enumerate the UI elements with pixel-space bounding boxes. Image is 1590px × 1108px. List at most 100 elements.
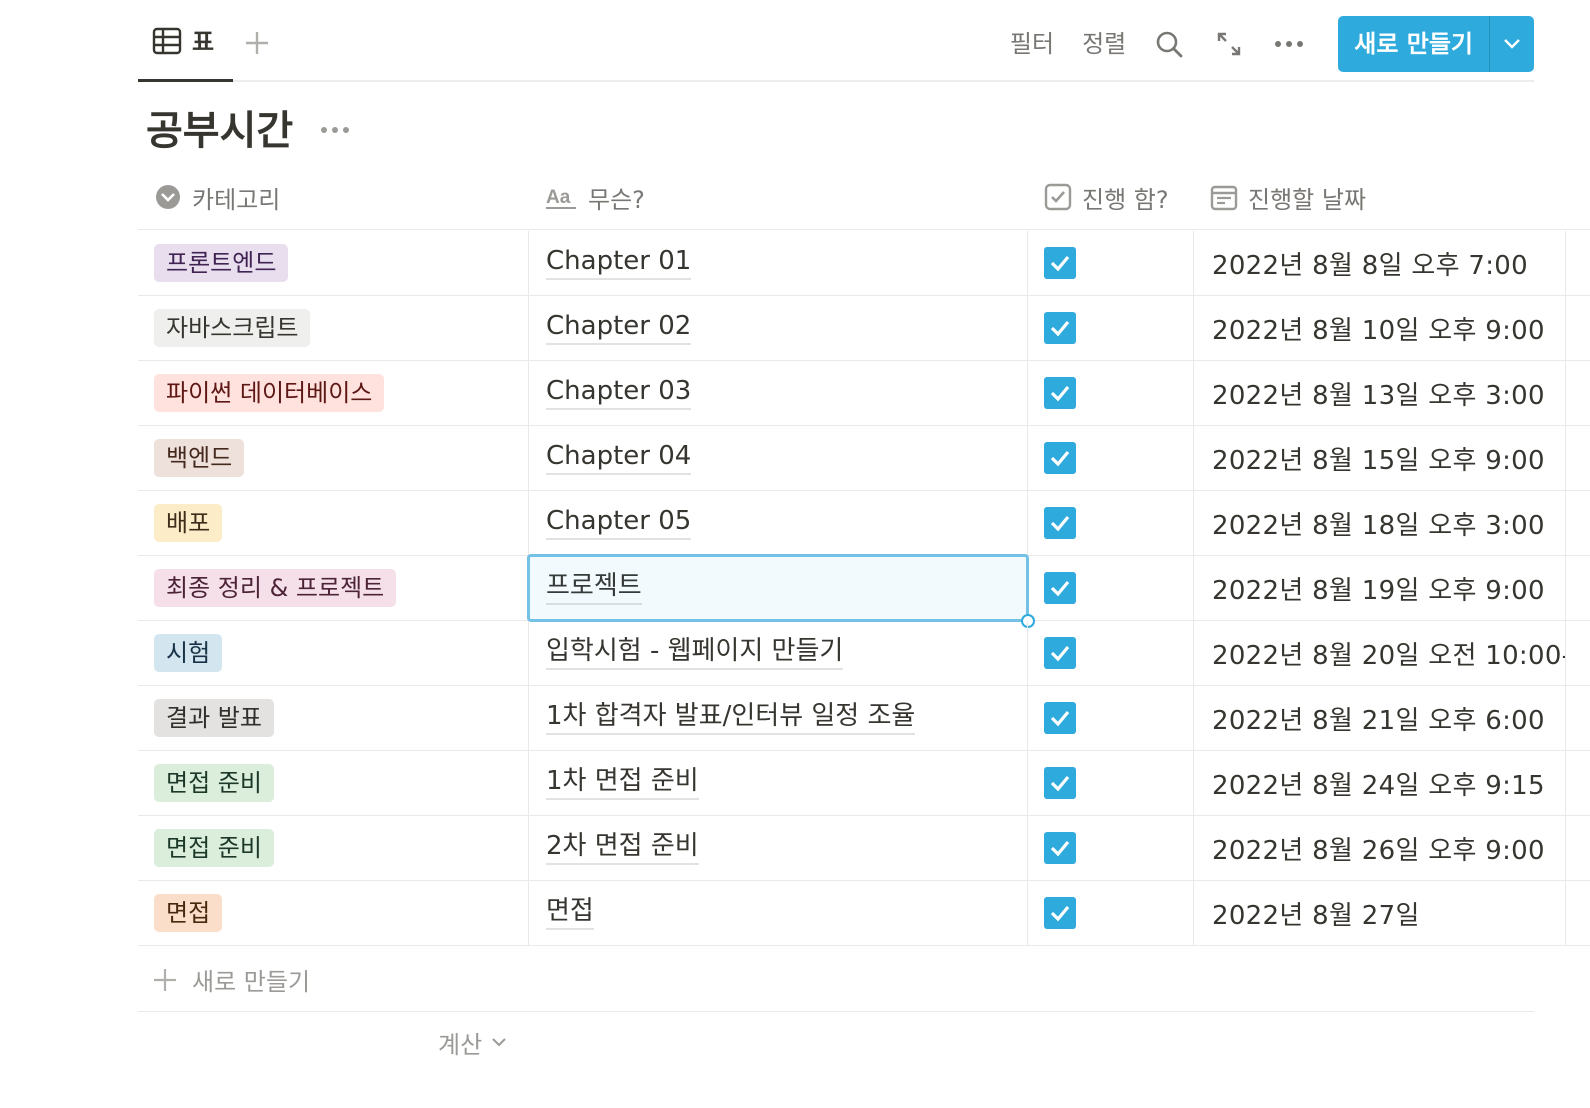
title-cell[interactable]: 면접 <box>529 881 1028 945</box>
title-cell[interactable]: 프로젝트 <box>529 556 1028 620</box>
row-title[interactable]: Chapter 04 <box>546 441 692 475</box>
done-checkbox[interactable] <box>1044 507 1076 539</box>
title-cell[interactable]: Chapter 05 <box>529 491 1028 555</box>
row-title[interactable]: 1차 면접 준비 <box>546 766 699 800</box>
title-cell[interactable]: Chapter 02 <box>529 296 1028 360</box>
table-row[interactable]: 면접 준비 1차 면접 준비 2022년 8월 24일 오후 9:15 <box>138 751 1590 816</box>
category-cell[interactable]: 최종 정리 & 프로젝트 <box>138 556 529 620</box>
row-title[interactable]: Chapter 02 <box>546 311 692 345</box>
category-cell[interactable]: 면접 준비 <box>138 816 529 880</box>
title-cell[interactable]: 입학시험 - 웹페이지 만들기 <box>529 621 1028 685</box>
done-checkbox[interactable] <box>1044 767 1076 799</box>
done-checkbox[interactable] <box>1044 312 1076 344</box>
done-checkbox[interactable] <box>1044 377 1076 409</box>
row-title[interactable]: 면접 <box>546 896 594 930</box>
category-cell[interactable]: 배포 <box>138 491 529 555</box>
done-cell <box>1028 296 1194 360</box>
row-date: 2022년 8월 8일 오후 7:00 <box>1212 250 1528 281</box>
date-cell[interactable]: 2022년 8월 26일 오후 9:00 <box>1194 816 1566 880</box>
category-cell[interactable]: 시험 <box>138 621 529 685</box>
date-cell[interactable]: 2022년 8월 27일 <box>1194 881 1566 945</box>
new-button[interactable]: 새로 만들기 <box>1338 16 1490 72</box>
row-title[interactable]: 입학시험 - 웹페이지 만들기 <box>546 636 844 670</box>
done-checkbox[interactable] <box>1044 832 1076 864</box>
done-cell <box>1028 361 1194 425</box>
filter-button[interactable]: 필터 <box>1010 16 1054 72</box>
row-title[interactable]: Chapter 01 <box>546 246 692 280</box>
table-row[interactable]: 백엔드 Chapter 04 2022년 8월 15일 오후 9:00 <box>138 426 1590 491</box>
date-cell[interactable]: 2022년 8월 24일 오후 9:15 <box>1194 751 1566 815</box>
done-checkbox[interactable] <box>1044 637 1076 669</box>
date-cell[interactable]: 2022년 8월 20일 오전 10:00- <box>1194 621 1566 685</box>
search-icon[interactable] <box>1154 29 1184 59</box>
title-cell[interactable]: Chapter 03 <box>529 361 1028 425</box>
category-cell[interactable]: 프론트엔드 <box>138 231 529 295</box>
new-button-dropdown[interactable] <box>1490 16 1534 72</box>
category-cell[interactable]: 백엔드 <box>138 426 529 490</box>
row-title[interactable]: 1차 합격자 발표/인터뷰 일정 조율 <box>546 701 916 735</box>
title-more-icon[interactable] <box>318 118 352 142</box>
date-cell[interactable]: 2022년 8월 13일 오후 3:00 <box>1194 361 1566 425</box>
table-row[interactable]: 최종 정리 & 프로젝트 프로젝트 2022년 8월 19일 오후 9:00 <box>138 554 1590 628</box>
table-row[interactable]: 면접 면접 2022년 8월 27일 <box>138 881 1590 946</box>
title-cell[interactable]: Chapter 01 <box>529 231 1028 295</box>
date-cell[interactable]: 2022년 8월 19일 오후 9:00 <box>1194 556 1566 620</box>
checkmark-icon <box>1050 320 1070 337</box>
done-cell <box>1028 231 1194 295</box>
category-cell[interactable]: 면접 준비 <box>138 751 529 815</box>
date-cell[interactable]: 2022년 8월 10일 오후 9:00 <box>1194 296 1566 360</box>
sort-button[interactable]: 정렬 <box>1082 16 1126 72</box>
add-new-row[interactable]: 새로 만들기 <box>138 948 1534 1012</box>
done-checkbox[interactable] <box>1044 897 1076 929</box>
svg-text:Aa: Aa <box>546 187 571 208</box>
table-body: 프론트엔드 Chapter 01 2022년 8월 8일 오후 7:00 자바스크립트… <box>138 231 1590 946</box>
title-cell[interactable]: Chapter 04 <box>529 426 1028 490</box>
done-checkbox[interactable] <box>1044 702 1076 734</box>
date-cell[interactable]: 2022년 8월 21일 오후 6:00 <box>1194 686 1566 750</box>
row-date: 2022년 8월 20일 오전 10:00- <box>1212 640 1566 671</box>
title-cell[interactable]: 1차 면접 준비 <box>529 751 1028 815</box>
table-row[interactable]: 결과 발표 1차 합격자 발표/인터뷰 일정 조율 2022년 8월 21일 오후 … <box>138 686 1590 751</box>
view-tab-label: 표 <box>192 28 215 56</box>
done-cell <box>1028 556 1194 620</box>
date-cell[interactable]: 2022년 8월 18일 오후 3:00 <box>1194 491 1566 555</box>
category-cell[interactable]: 면접 <box>138 881 529 945</box>
table-row[interactable]: 파이썬 데이터베이스 Chapter 03 2022년 8월 13일 오후 3:00 <box>138 361 1590 426</box>
category-cell[interactable]: 결과 발표 <box>138 686 529 750</box>
done-checkbox[interactable] <box>1044 247 1076 279</box>
row-title[interactable]: 프로젝트 <box>546 571 642 605</box>
table-row[interactable]: 프론트엔드 Chapter 01 2022년 8월 8일 오후 7:00 <box>138 231 1590 296</box>
row-title[interactable]: Chapter 03 <box>546 376 692 410</box>
column-header-title[interactable]: Aa 무슨? <box>546 164 645 230</box>
done-checkbox[interactable] <box>1044 572 1076 604</box>
database-title[interactable]: 공부시간 <box>146 104 293 158</box>
chevron-down-icon <box>492 1038 506 1047</box>
checkmark-icon <box>1050 255 1070 272</box>
add-view-plus-icon[interactable] <box>242 28 272 58</box>
row-title[interactable]: 2차 면접 준비 <box>546 831 699 865</box>
table-row[interactable]: 배포 Chapter 05 2022년 8월 18일 오후 3:00 <box>138 491 1590 556</box>
add-new-row-label: 새로 만들기 <box>192 968 311 996</box>
expand-icon[interactable] <box>1214 29 1244 59</box>
date-cell[interactable]: 2022년 8월 8일 오후 7:00 <box>1194 231 1566 295</box>
category-cell[interactable]: 파이썬 데이터베이스 <box>138 361 529 425</box>
column-header-done[interactable]: 진행 함? <box>1044 164 1169 230</box>
category-tag: 프론트엔드 <box>154 244 289 282</box>
calculate-button[interactable]: 계산 <box>438 1022 508 1062</box>
table-row[interactable]: 자바스크립트 Chapter 02 2022년 8월 10일 오후 9:00 <box>138 296 1590 361</box>
table-row[interactable]: 시험 입학시험 - 웹페이지 만들기 2022년 8월 20일 오전 10:00- <box>138 621 1590 686</box>
column-header-date[interactable]: 진행할 날짜 <box>1210 164 1366 230</box>
checkmark-icon <box>1050 580 1070 597</box>
done-checkbox[interactable] <box>1044 442 1076 474</box>
column-header-category[interactable]: 카테고리 <box>154 164 280 230</box>
row-title[interactable]: Chapter 05 <box>546 506 692 540</box>
date-cell[interactable]: 2022년 8월 15일 오후 9:00 <box>1194 426 1566 490</box>
row-date: 2022년 8월 13일 오후 3:00 <box>1212 380 1545 411</box>
title-cell[interactable]: 1차 합격자 발표/인터뷰 일정 조율 <box>529 686 1028 750</box>
more-options-icon[interactable] <box>1274 29 1304 59</box>
title-cell[interactable]: 2차 면접 준비 <box>529 816 1028 880</box>
done-cell <box>1028 491 1194 555</box>
category-cell[interactable]: 자바스크립트 <box>138 296 529 360</box>
table-row[interactable]: 면접 준비 2차 면접 준비 2022년 8월 26일 오후 9:00 <box>138 816 1590 881</box>
view-tab-table[interactable]: 표 <box>138 16 233 82</box>
